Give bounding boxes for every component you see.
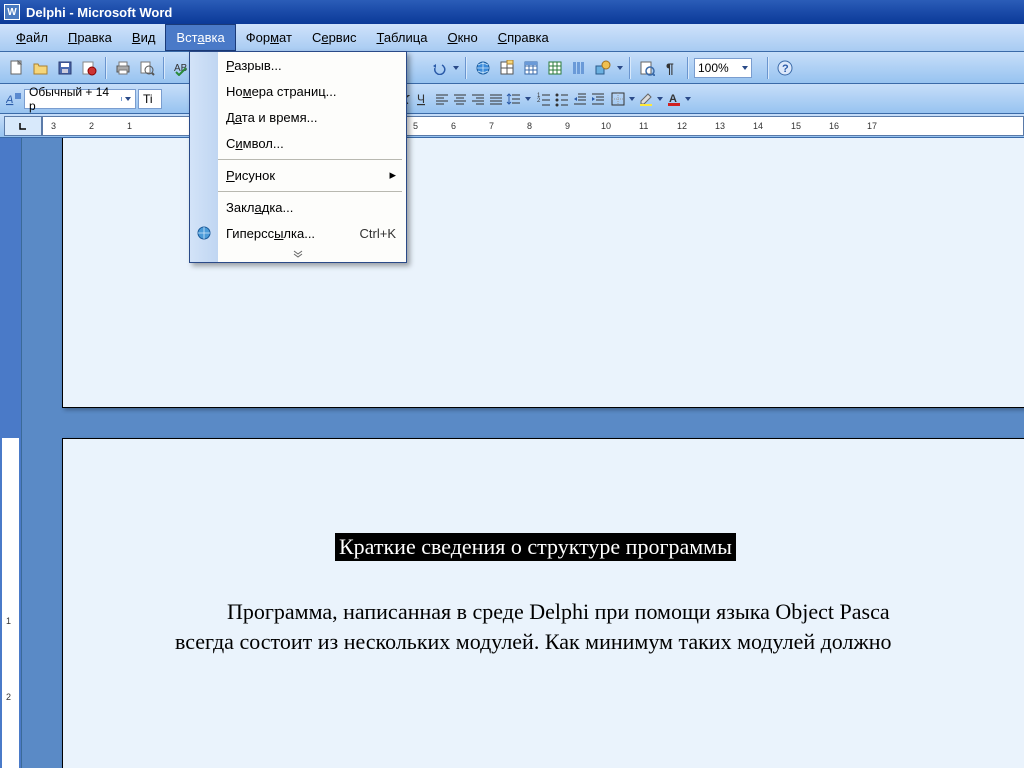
doc-heading[interactable]: Краткие сведения о структуре программы	[335, 533, 736, 561]
menu-help[interactable]: Справка	[488, 24, 559, 51]
font-color-button[interactable]: A	[666, 91, 682, 107]
zoom-combo[interactable]: 100%	[694, 58, 752, 78]
align-left-button[interactable]	[434, 91, 450, 107]
style-combo[interactable]: Обычный + 14 p	[24, 89, 136, 109]
doc-map-button[interactable]	[636, 57, 658, 79]
increase-indent-button[interactable]	[590, 91, 606, 107]
menu-format[interactable]: Формат	[236, 24, 302, 51]
menu-insert[interactable]: Вставка	[165, 24, 235, 51]
drawing-dd[interactable]	[616, 57, 624, 79]
hyperlink-shortcut: Ctrl+K	[360, 226, 406, 241]
menu-item-picture[interactable]: Рисунок ▸	[190, 162, 406, 188]
insert-worksheet-button[interactable]	[544, 57, 566, 79]
menu-table[interactable]: Таблица	[366, 24, 437, 51]
menu-item-hyperlink[interactable]: Гиперссылка... Ctrl+K	[190, 220, 406, 246]
menu-file[interactable]: Файл	[6, 24, 58, 51]
align-center-button[interactable]	[452, 91, 468, 107]
menu-separator	[190, 188, 406, 194]
undo-dropdown[interactable]	[428, 57, 450, 79]
insert-table-button[interactable]	[520, 57, 542, 79]
tab-selector[interactable]	[4, 116, 42, 136]
style-value: Обычный + 14 p	[29, 85, 117, 113]
svg-text:?: ?	[782, 63, 789, 75]
highlight-dd[interactable]	[656, 88, 664, 110]
menu-item-break[interactable]: Разрыв...	[190, 52, 406, 78]
permissions-button[interactable]	[78, 57, 100, 79]
menu-item-date-time[interactable]: Дата и время...	[190, 104, 406, 130]
menu-view[interactable]: Вид	[122, 24, 166, 51]
menu-window[interactable]: Окно	[437, 24, 487, 51]
tables-borders-button[interactable]	[496, 57, 518, 79]
menu-item-bookmark[interactable]: Закладка...	[190, 194, 406, 220]
styles-pane-button[interactable]: A	[6, 91, 22, 107]
ruler-row: 3 2 1 5 6 7 8 9 10 11 12 13 14 15 16 17	[0, 114, 1024, 138]
line-spacing-button[interactable]	[506, 91, 522, 107]
workarea: 1 2 Краткие сведения о структуре програм…	[0, 138, 1024, 768]
print-preview-button[interactable]	[136, 57, 158, 79]
titlebar: W Delphi - Microsoft Word	[0, 0, 1024, 24]
columns-button[interactable]	[568, 57, 590, 79]
doc-paragraph-line1[interactable]: Программа, написанная в среде Delphi при…	[227, 597, 890, 627]
menu-item-symbol[interactable]: Символ...	[190, 130, 406, 156]
zoom-value: 100%	[698, 61, 729, 75]
line-spacing-dd[interactable]	[524, 88, 532, 110]
menubar: Файл Правка Вид Вставка Формат Сервис Та…	[0, 24, 1024, 52]
drawing-button[interactable]	[592, 57, 614, 79]
font-color-dd[interactable]	[684, 88, 692, 110]
toolbar-formatting: A Обычный + 14 p Ti K Ч 12 A	[0, 84, 1024, 114]
highlight-button[interactable]	[638, 91, 654, 107]
borders-dd[interactable]	[628, 88, 636, 110]
new-doc-button[interactable]	[6, 57, 28, 79]
menu-service[interactable]: Сервис	[302, 24, 367, 51]
print-button[interactable]	[112, 57, 134, 79]
vertical-ruler[interactable]: 1 2	[0, 138, 22, 768]
save-button[interactable]	[54, 57, 76, 79]
document-area[interactable]: Краткие сведения о структуре программы П…	[22, 138, 1024, 768]
align-justify-button[interactable]	[488, 91, 504, 107]
help-button[interactable]: ?	[774, 57, 796, 79]
svg-text:2: 2	[537, 98, 541, 104]
word-app-icon: W	[4, 4, 20, 20]
underline-button[interactable]: Ч	[414, 91, 430, 107]
decrease-indent-button[interactable]	[572, 91, 588, 107]
zoom-dd[interactable]	[754, 57, 762, 79]
page-current: Краткие сведения о структуре программы П…	[62, 438, 1024, 768]
svg-text:¶: ¶	[666, 60, 674, 76]
numbered-list-button[interactable]: 12	[536, 91, 552, 107]
window-title: Delphi - Microsoft Word	[26, 5, 172, 20]
bulleted-list-button[interactable]	[554, 91, 570, 107]
font-combo[interactable]: Ti	[138, 89, 162, 109]
svg-text:Ч: Ч	[417, 92, 425, 106]
svg-text:A: A	[6, 94, 13, 106]
align-right-button[interactable]	[470, 91, 486, 107]
globe-icon	[190, 220, 218, 246]
hyperlink-button[interactable]	[472, 57, 494, 79]
font-value: Ti	[143, 92, 153, 106]
open-button[interactable]	[30, 57, 52, 79]
doc-paragraph-line2[interactable]: всегда состоит из нескольких модулей. Ка…	[175, 627, 891, 657]
menu-item-page-numbers[interactable]: Номера страниц...	[190, 78, 406, 104]
show-marks-button[interactable]: ¶	[660, 57, 682, 79]
undo-dd-arrow[interactable]	[452, 57, 460, 79]
insert-menu-dropdown: Разрыв... Номера страниц... Дата и время…	[189, 51, 407, 263]
borders-button[interactable]	[610, 91, 626, 107]
menu-edit[interactable]: Правка	[58, 24, 122, 51]
toolbar-standard: AB ¶ 100% ?	[0, 52, 1024, 84]
menu-separator	[190, 156, 406, 162]
menu-expand-chevron[interactable]	[190, 246, 406, 262]
